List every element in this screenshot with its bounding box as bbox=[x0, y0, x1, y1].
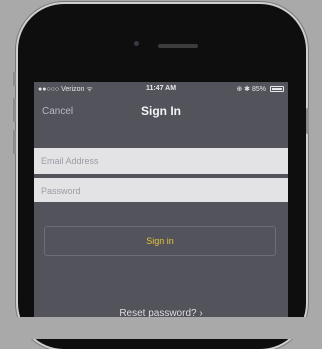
earpiece-speaker bbox=[158, 44, 198, 48]
email-input[interactable] bbox=[41, 156, 271, 166]
page-title: Sign In bbox=[141, 104, 181, 118]
password-field[interactable] bbox=[34, 176, 288, 202]
nav-bar: Cancel Sign In bbox=[34, 96, 288, 130]
reset-password-link[interactable]: Reset password? › bbox=[34, 308, 288, 317]
status-icons: ⊕ ✱ 85% bbox=[236, 86, 266, 93]
battery-icon bbox=[270, 86, 284, 92]
mute-switch bbox=[13, 72, 16, 86]
status-bar: ●●○○○ Verizon ᯤ 11:47 AM ⊕ ✱ 85% bbox=[34, 82, 288, 96]
sign-in-button[interactable]: Sign in bbox=[44, 226, 276, 256]
power-button bbox=[306, 108, 309, 134]
volume-up-button bbox=[13, 98, 16, 122]
front-camera bbox=[134, 41, 139, 46]
volume-down-button bbox=[13, 130, 16, 154]
app-screen: ●●○○○ Verizon ᯤ 11:47 AM ⊕ ✱ 85% Cancel … bbox=[34, 82, 288, 317]
email-field[interactable] bbox=[34, 148, 288, 174]
background-band bbox=[0, 317, 322, 339]
password-input[interactable] bbox=[41, 186, 271, 196]
